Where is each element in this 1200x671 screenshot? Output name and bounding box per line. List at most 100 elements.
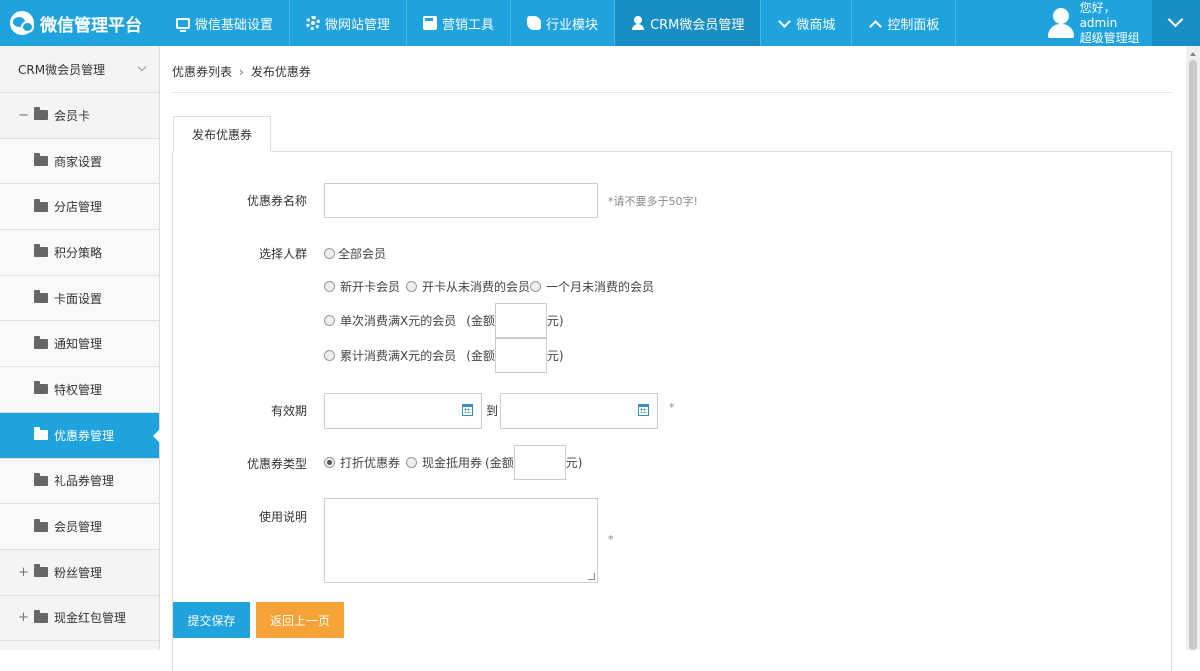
instructions-textarea[interactable]: [324, 498, 598, 583]
amount-prefix: (金额: [466, 349, 495, 363]
radio-circle[interactable]: [324, 281, 335, 292]
sidebar-item-label: 会员卡: [54, 108, 91, 123]
folder-icon: [34, 518, 48, 532]
radio-circle[interactable]: [406, 281, 417, 292]
sidebar-item-label: 礼品券管理: [54, 474, 115, 489]
chevron-down-icon: [777, 16, 791, 30]
sidebar-item-member-card[interactable]: − 会员卡: [0, 93, 159, 139]
radio-single-spend-members[interactable]: 单次消费满X元的会员 (金额 元): [324, 303, 564, 338]
breadcrumb-current: 发布优惠券: [250, 65, 311, 79]
radio-cumulative-spend-members[interactable]: 累计消费满X元的会员 (金额 元): [324, 338, 564, 373]
user-role: 超级管理组: [1079, 30, 1140, 45]
nav-label: 微商城: [796, 17, 836, 33]
sidebar-item-label: 会员管理: [54, 520, 103, 535]
expand-icon: +: [18, 610, 29, 626]
radio-label: 累计消费满X元的会员: [340, 349, 457, 363]
scroll-up-arrow-icon[interactable]: [1186, 48, 1200, 58]
sidebar-item-branch-management[interactable]: 分店管理: [0, 184, 159, 231]
amount-suffix: 元): [565, 456, 583, 470]
end-date-input[interactable]: [500, 393, 658, 429]
sidebar-item-cash-red-packet[interactable]: + 现金红包管理: [0, 595, 159, 642]
app-title: 微信管理平台: [40, 15, 142, 36]
nav-item-control-panel[interactable]: 控制面板: [852, 0, 957, 46]
nav-item-microsite[interactable]: 微网站管理: [290, 0, 408, 46]
radio-circle[interactable]: [324, 457, 335, 468]
breadcrumb-coupon-list-link[interactable]: 优惠券列表: [172, 65, 232, 79]
puzzle-icon: [527, 16, 542, 30]
nav-label: CRM微会员管理: [650, 17, 745, 33]
amount-suffix: 元): [546, 349, 564, 363]
nav-item-micro-mall[interactable]: 微商城: [761, 0, 853, 46]
user-info[interactable]: 您好，admin 超级管理组: [1048, 0, 1152, 46]
chevron-down-icon: [137, 62, 147, 72]
radio-circle[interactable]: [324, 315, 335, 326]
app-brand[interactable]: 微信管理平台: [0, 0, 160, 46]
back-button[interactable]: 返回上一页: [256, 602, 344, 638]
sidebar-item-privilege-management[interactable]: 特权管理: [0, 367, 159, 413]
nav-item-crm-member[interactable]: CRM微会员管理: [615, 0, 762, 46]
nav-item-marketing-tools[interactable]: 营销工具: [407, 0, 512, 46]
divider: [172, 92, 1172, 93]
sidebar-item-label: 现金红包管理: [54, 611, 127, 626]
radio-circle[interactable]: [530, 281, 541, 292]
sidebar-item-notification-management[interactable]: 通知管理: [0, 321, 159, 368]
monitor-icon: [176, 17, 190, 32]
radio-circle[interactable]: [324, 350, 335, 361]
radio-label: 现金抵用券: [422, 456, 483, 470]
radio-circle[interactable]: [324, 248, 335, 259]
sidebar-item-label: 特权管理: [54, 382, 103, 397]
sidebar-item-label: 分店管理: [54, 200, 103, 215]
start-date-input[interactable]: [324, 393, 482, 429]
user-greeting: 您好，admin: [1079, 0, 1118, 30]
nav-label: 控制面板: [887, 17, 940, 33]
radio-circle[interactable]: [406, 457, 417, 468]
nav-item-wechat-basic-settings[interactable]: 微信基础设置: [160, 0, 291, 46]
folder-icon: [34, 335, 48, 349]
sidebar-item-fan-management[interactable]: + 粉丝管理: [0, 549, 159, 596]
calendar-icon[interactable]: [638, 404, 649, 416]
sidebar-item-gift-voucher-management[interactable]: 礼品券管理: [0, 458, 159, 505]
vertical-scrollbar[interactable]: [1186, 46, 1200, 650]
audience-label: 选择人群: [258, 247, 307, 261]
expand-icon: +: [18, 564, 29, 580]
folder-icon: [34, 609, 48, 623]
cumulative-spend-amount-input[interactable]: [494, 338, 547, 373]
radio-new-card-members[interactable]: 新开卡会员: [324, 278, 400, 295]
main-content: 优惠券列表 › 发布优惠券 发布优惠券 优惠券名称 *请不要多于50字! 选择人群 …: [172, 46, 1172, 671]
coupon-name-hint: *请不要多于50字!: [608, 195, 698, 208]
sidebar-item-label: 优惠券管理: [54, 428, 115, 443]
coupon-type-label: 优惠券类型: [246, 457, 307, 471]
radio-all-members[interactable]: 全部会员: [324, 245, 386, 262]
radio-discount-coupon[interactable]: 打折优惠券: [324, 454, 400, 471]
scroll-thumb[interactable]: [1189, 60, 1197, 650]
folder-icon: [34, 381, 48, 395]
instructions-label: 使用说明: [258, 510, 307, 524]
coupon-name-label: 优惠券名称: [246, 194, 307, 208]
radio-label: 新开卡会员: [340, 280, 401, 294]
cash-amount-input[interactable]: [513, 445, 566, 480]
single-spend-amount-input[interactable]: [494, 303, 547, 338]
nav-label: 微网站管理: [325, 17, 391, 33]
sidebar-item-merchant-settings[interactable]: 商家设置: [0, 138, 159, 185]
nav-item-industry-modules[interactable]: 行业模块: [511, 0, 616, 46]
calendar-icon[interactable]: [462, 404, 473, 416]
coupon-name-input[interactable]: [324, 183, 598, 218]
main-nav: 微信基础设置 微网站管理 营销工具 行业模块 CRM微会员管理 微商城 控制面板: [160, 0, 957, 46]
user-menu-toggle[interactable]: [1152, 0, 1200, 46]
radio-month-no-spend-members[interactable]: 一个月未消费的会员: [530, 278, 654, 295]
wechat-logo-icon: [10, 11, 34, 35]
submit-save-button[interactable]: 提交保存: [173, 602, 250, 638]
sidebar-item-coupon-management[interactable]: 优惠券管理: [0, 412, 160, 459]
sidebar-header[interactable]: CRM微会员管理: [0, 46, 159, 93]
radio-never-spent-members[interactable]: 开卡从未消费的会员: [406, 278, 530, 295]
sidebar-item-card-face-settings[interactable]: 卡面设置: [0, 275, 159, 322]
folder-icon: [34, 564, 48, 578]
tab-publish-coupon[interactable]: 发布优惠券: [173, 116, 271, 152]
gear-icon: [306, 16, 321, 30]
sidebar-item-label: 积分策略: [54, 245, 103, 260]
sidebar-item-member-management[interactable]: 会员管理: [0, 504, 159, 550]
sidebar-item-points-strategy[interactable]: 积分策略: [0, 230, 159, 276]
folder-icon: [34, 107, 48, 121]
radio-cash-voucher[interactable]: 现金抵用券 (金额 元): [406, 445, 582, 480]
required-marker: *: [608, 533, 614, 546]
